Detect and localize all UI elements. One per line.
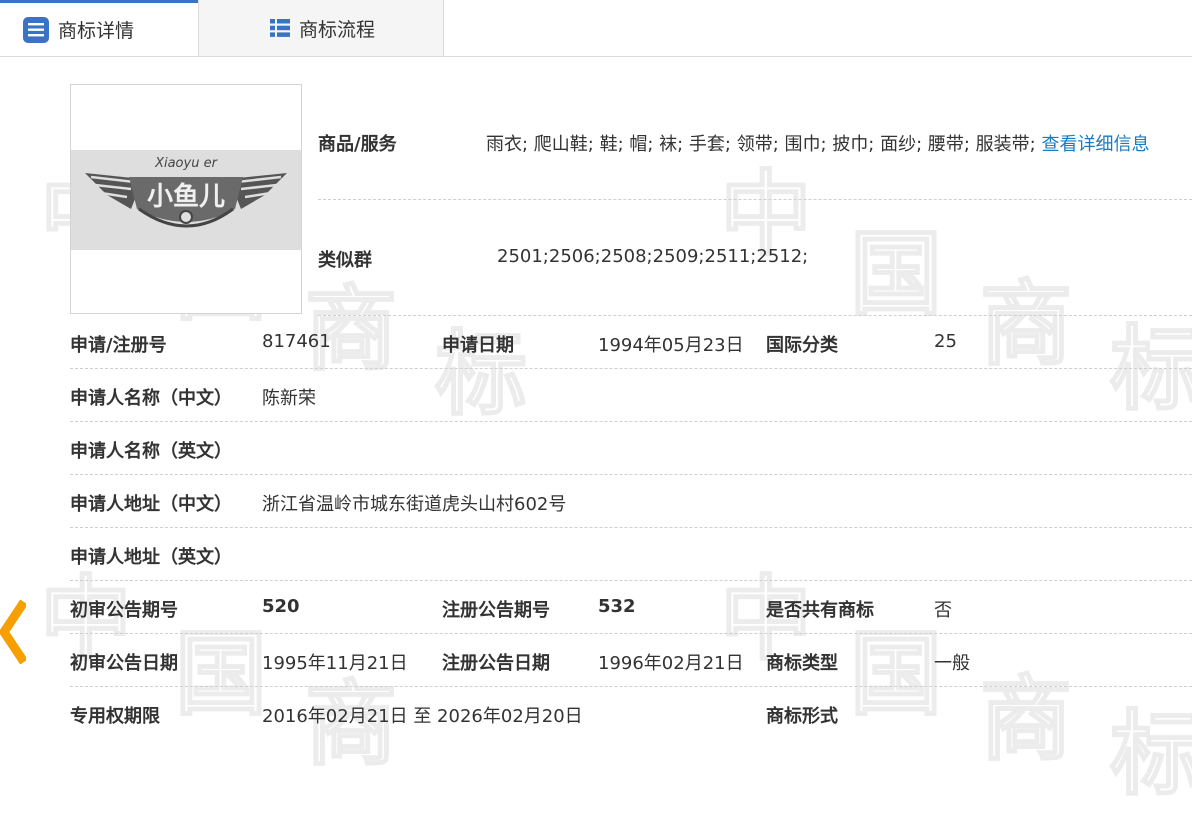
trademark-image: Xiaoyu er 小鱼儿 (70, 84, 302, 314)
applicant-address-cn-value: 浙江省温岭市城东街道虎头山村602号 (262, 494, 567, 515)
similar-group-label: 类似群 (318, 250, 372, 271)
applicant-address-en-label: 申请人地址（英文） (70, 547, 232, 568)
grid-list-icon (269, 17, 291, 39)
goods-services-value: 雨衣; 爬山鞋; 鞋; 帽; 袜; 手套; 领带; 围巾; 披巾; 面纱; 腰带… (486, 130, 1149, 156)
preliminary-announcement-date-label: 初审公告日期 (70, 653, 178, 674)
shared-trademark-value: 否 (934, 600, 952, 621)
tab-trademark-process[interactable]: 商标流程 (198, 0, 444, 56)
goods-services-label: 商品/服务 (318, 134, 397, 155)
trademark-type-value: 一般 (934, 653, 970, 674)
divider (70, 580, 1192, 581)
registration-announcement-number-label: 注册公告期号 (442, 600, 550, 621)
international-class-value: 25 (934, 331, 957, 352)
international-class-label: 国际分类 (766, 335, 838, 356)
shared-trademark-label: 是否共有商标 (766, 600, 874, 621)
preliminary-announcement-number-value: 520 (262, 596, 300, 617)
goods-services-text: 雨衣; 爬山鞋; 鞋; 帽; 袜; 手套; 领带; 围巾; 披巾; 面纱; 腰带… (486, 134, 1036, 155)
divider (70, 474, 1192, 475)
exclusive-right-term-value: 2016年02月21日 至 2026年02月20日 (262, 706, 583, 727)
view-details-link[interactable]: 查看详细信息 (1041, 134, 1149, 155)
divider (318, 199, 1192, 200)
applicant-address-cn-label: 申请人地址（中文） (70, 494, 232, 515)
tab-label: 商标流程 (299, 18, 376, 41)
tab-bar: 商标详情 商标流程 (0, 0, 1192, 57)
logo-chinese: 小鱼儿 (147, 182, 225, 212)
registration-announcement-date-label: 注册公告日期 (442, 653, 550, 674)
exclusive-right-term-label: 专用权期限 (70, 706, 160, 727)
applicant-name-cn-label: 申请人名称（中文） (70, 388, 232, 409)
registration-announcement-number-value: 532 (598, 596, 636, 617)
logo-pinyin: Xiaoyu er (154, 156, 219, 171)
watermark-char: 国 (174, 620, 268, 729)
watermark-char: 标 (434, 320, 528, 429)
applicant-name-cn-value: 陈新荣 (262, 388, 316, 409)
preliminary-announcement-number-label: 初审公告期号 (70, 600, 178, 621)
watermark-char: 商 (979, 665, 1073, 774)
divider (70, 527, 1192, 528)
divider (70, 633, 1192, 634)
trademark-form-label: 商标形式 (766, 706, 838, 727)
watermark-char: 商 (979, 270, 1073, 379)
divider (70, 421, 1192, 422)
trademark-type-label: 商标类型 (766, 653, 838, 674)
divider (70, 686, 1192, 687)
registration-announcement-date-value: 1996年02月21日 (598, 653, 744, 674)
trademark-logo: Xiaoyu er 小鱼儿 (71, 150, 301, 250)
watermark-char: 标 (1109, 700, 1192, 809)
application-date-label: 申请日期 (442, 335, 514, 356)
tab-trademark-detail[interactable]: 商标详情 (0, 0, 198, 56)
tab-label: 商标详情 (58, 20, 135, 42)
similar-group-value: 2501;2506;2508;2509;2511;2512; (497, 246, 809, 267)
divider (318, 315, 1192, 316)
list-icon (22, 16, 50, 44)
preliminary-announcement-date-value: 1995年11月21日 (262, 653, 408, 674)
applicant-name-en-label: 申请人名称（英文） (70, 441, 232, 462)
watermark-char: 国 (849, 220, 943, 329)
registration-number-value: 817461 (262, 331, 331, 352)
application-date-value: 1994年05月23日 (598, 335, 744, 356)
previous-arrow-icon[interactable] (0, 599, 28, 668)
divider (70, 368, 1192, 369)
registration-number-label: 申请/注册号 (70, 335, 167, 356)
